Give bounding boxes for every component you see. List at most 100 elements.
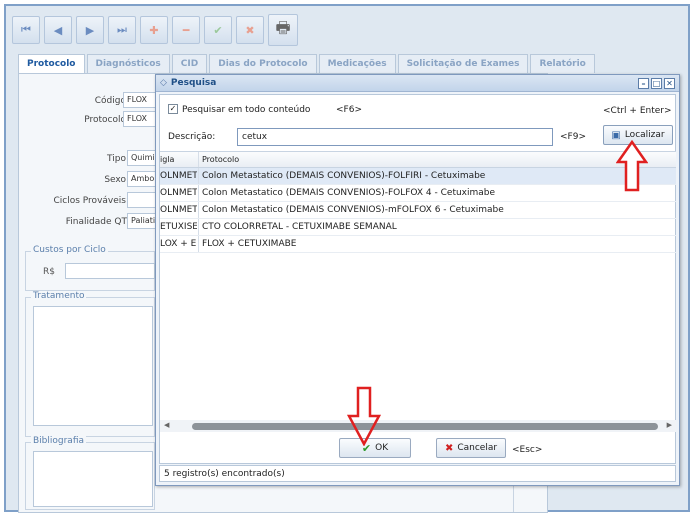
cancel-x-icon: ✖: [444, 442, 454, 454]
remove-button[interactable]: ━: [172, 16, 200, 44]
custo-field[interactable]: [65, 263, 155, 279]
divider: [513, 484, 514, 512]
tab-relat-rio[interactable]: Relatório: [530, 54, 595, 73]
localizar-label: Localizar: [624, 130, 665, 140]
print-icon: 🖶: [275, 17, 291, 37]
first-record-icon: ⏮: [21, 23, 31, 36]
scroll-right-icon[interactable]: ▶: [667, 421, 672, 429]
scroll-left-icon[interactable]: ◀: [164, 421, 169, 429]
protocolo-cell: FLOX + CETUXIMABE: [202, 239, 297, 249]
previous-record-button[interactable]: ◀: [44, 16, 72, 44]
bibliografia-legend: Bibliografia: [31, 436, 87, 446]
column-header-protocolo[interactable]: Protocolo: [202, 155, 239, 164]
table-row[interactable]: LOX + E FLOX + CETUXIMABE: [160, 236, 676, 253]
f6-shortcut-label: <F6>: [336, 105, 362, 115]
print-button[interactable]: 🖶: [268, 14, 298, 46]
esc-shortcut-label: <Esc>: [512, 445, 543, 455]
tab-solicita-o-de-exames[interactable]: Solicitação de Exames: [397, 54, 529, 73]
protocolo-cell: CTO COLORRETAL - CETUXIMABE SEMANAL: [202, 222, 397, 232]
cancel-edit-icon: ✖: [245, 23, 255, 37]
sexo-label: Sexo:: [104, 175, 129, 185]
dialog-title-bar: ◇ Pesquisa – □ ✕: [156, 75, 679, 92]
table-row[interactable]: OLNMET Colon Metastatico (DEMAIS CONVENIO…: [160, 202, 676, 219]
dialog-content: ✓ Pesquisar em todo conteúdo <F6> <Ctrl …: [159, 94, 676, 464]
protocolo-cell: Colon Metastatico (DEMAIS CONVENIOS)-FOL…: [202, 171, 486, 181]
tratamento-textarea[interactable]: [33, 306, 153, 426]
first-record-button[interactable]: ⏮: [12, 16, 40, 44]
column-divider: [198, 202, 199, 218]
tab-diagn-sticos[interactable]: Diagnósticos: [86, 54, 170, 73]
tipo-label: Tipo:: [107, 154, 129, 164]
finalidade-select[interactable]: Paliati: [127, 213, 157, 229]
add-icon: ✚: [149, 23, 159, 37]
table-row[interactable]: ETUXISE CTO COLORRETAL - CETUXIMABE SEMAN…: [160, 219, 676, 236]
dialog-title: Pesquisa: [170, 78, 217, 88]
descricao-input[interactable]: cetux: [237, 128, 553, 146]
table-row[interactable]: OLNMET Colon Metastatico (DEMAIS CONVENIO…: [160, 168, 676, 185]
grid-header: igla Protocolo: [160, 152, 676, 168]
add-button[interactable]: ✚: [140, 16, 168, 44]
horizontal-scrollbar[interactable]: ◀ ▶: [160, 420, 676, 432]
ciclos-label: Ciclos Prováveis:: [53, 196, 130, 206]
ctrl-enter-shortcut-label: <Ctrl + Enter>: [603, 106, 672, 116]
column-divider: [198, 152, 199, 167]
descricao-label: Descrição:: [168, 132, 216, 142]
column-divider: [198, 236, 199, 252]
status-bar: 5 registro(s) encontrado(s): [159, 465, 676, 482]
codigo-field[interactable]: FLOX: [123, 92, 157, 108]
tab-medica-es[interactable]: Medicações: [318, 54, 396, 73]
column-divider: [198, 185, 199, 201]
next-record-icon: ▶: [85, 23, 95, 37]
protocolo-cell: Colon Metastatico (DEMAIS CONVENIOS)-mFO…: [202, 205, 504, 215]
f9-shortcut-label: <F9>: [560, 132, 586, 142]
down-arrow-annotation-icon: [347, 386, 381, 446]
up-arrow-annotation-icon: [616, 140, 648, 192]
tab-bar: Protocolo Diagnósticos CID Dias do Protocol…: [18, 54, 595, 73]
remove-icon: ━: [182, 23, 190, 37]
sigla-cell: ETUXISE: [160, 222, 197, 232]
cancel-edit-button[interactable]: ✖: [236, 16, 264, 44]
confirm-icon: ✔: [213, 23, 223, 37]
last-record-button[interactable]: ⏭: [108, 16, 136, 44]
currency-label: R$: [43, 267, 55, 277]
confirm-button[interactable]: ✔: [204, 16, 232, 44]
minimize-icon[interactable]: –: [638, 78, 649, 89]
bibliografia-textarea[interactable]: [33, 451, 153, 507]
cancelar-button[interactable]: ✖ Cancelar: [436, 438, 506, 458]
last-record-icon: ⏭: [117, 23, 127, 36]
table-row[interactable]: OLNMET Colon Metastatico (DEMAIS CONVENIO…: [160, 185, 676, 202]
search-document-icon: ▣: [611, 129, 621, 141]
protocolo-field[interactable]: FLOX: [123, 111, 157, 127]
protocolo-cell: Colon Metastatico (DEMAIS CONVENIOS)-FOL…: [202, 188, 496, 198]
protocolo-label: Protocolo:: [84, 115, 129, 125]
tab-protocolo[interactable]: Protocolo: [18, 54, 85, 73]
tipo-select[interactable]: Quimi: [127, 150, 157, 166]
search-all-label: Pesquisar em todo conteúdo: [182, 105, 311, 115]
sexo-select[interactable]: Ambo: [127, 171, 157, 187]
column-divider: [198, 168, 199, 184]
sigla-cell: OLNMET: [160, 171, 197, 181]
cancelar-label: Cancelar: [457, 443, 498, 453]
scrollbar-thumb[interactable]: [192, 423, 658, 430]
ciclos-field[interactable]: [127, 192, 157, 208]
custos-legend: Custos por Ciclo: [31, 245, 108, 255]
tratamento-legend: Tratamento: [31, 291, 87, 301]
maximize-icon[interactable]: □: [651, 78, 662, 89]
results-grid: igla Protocolo OLNMET Colon Metastatico (…: [160, 151, 676, 445]
column-header-sigla[interactable]: igla: [160, 155, 174, 164]
sigla-cell: OLNMET: [160, 205, 197, 215]
search-all-checkbox[interactable]: ✓: [168, 104, 178, 114]
previous-record-icon: ◀: [53, 23, 63, 37]
tab-dias-do-protocolo[interactable]: Dias do Protocolo: [209, 54, 317, 73]
finalidade-label: Finalidade QT:: [65, 217, 129, 227]
tab-cid[interactable]: CID: [171, 54, 208, 73]
codigo-label: Código:: [94, 96, 129, 106]
application-window: ⏮ ◀ ▶ ⏭ ✚ ━ ✔ ✖ 🖶 Protocolo Diagnósticos CID Dias d…: [4, 4, 690, 513]
column-divider: [198, 219, 199, 235]
next-record-button[interactable]: ▶: [76, 16, 104, 44]
sigla-cell: OLNMET: [160, 188, 197, 198]
close-icon[interactable]: ✕: [664, 78, 675, 89]
dialog-icon: ◇: [160, 78, 167, 88]
search-dialog: ◇ Pesquisa – □ ✕ ✓ Pesquisar em todo con…: [155, 74, 680, 486]
toolbar: ⏮ ◀ ▶ ⏭ ✚ ━ ✔ ✖ 🖶: [12, 12, 298, 48]
